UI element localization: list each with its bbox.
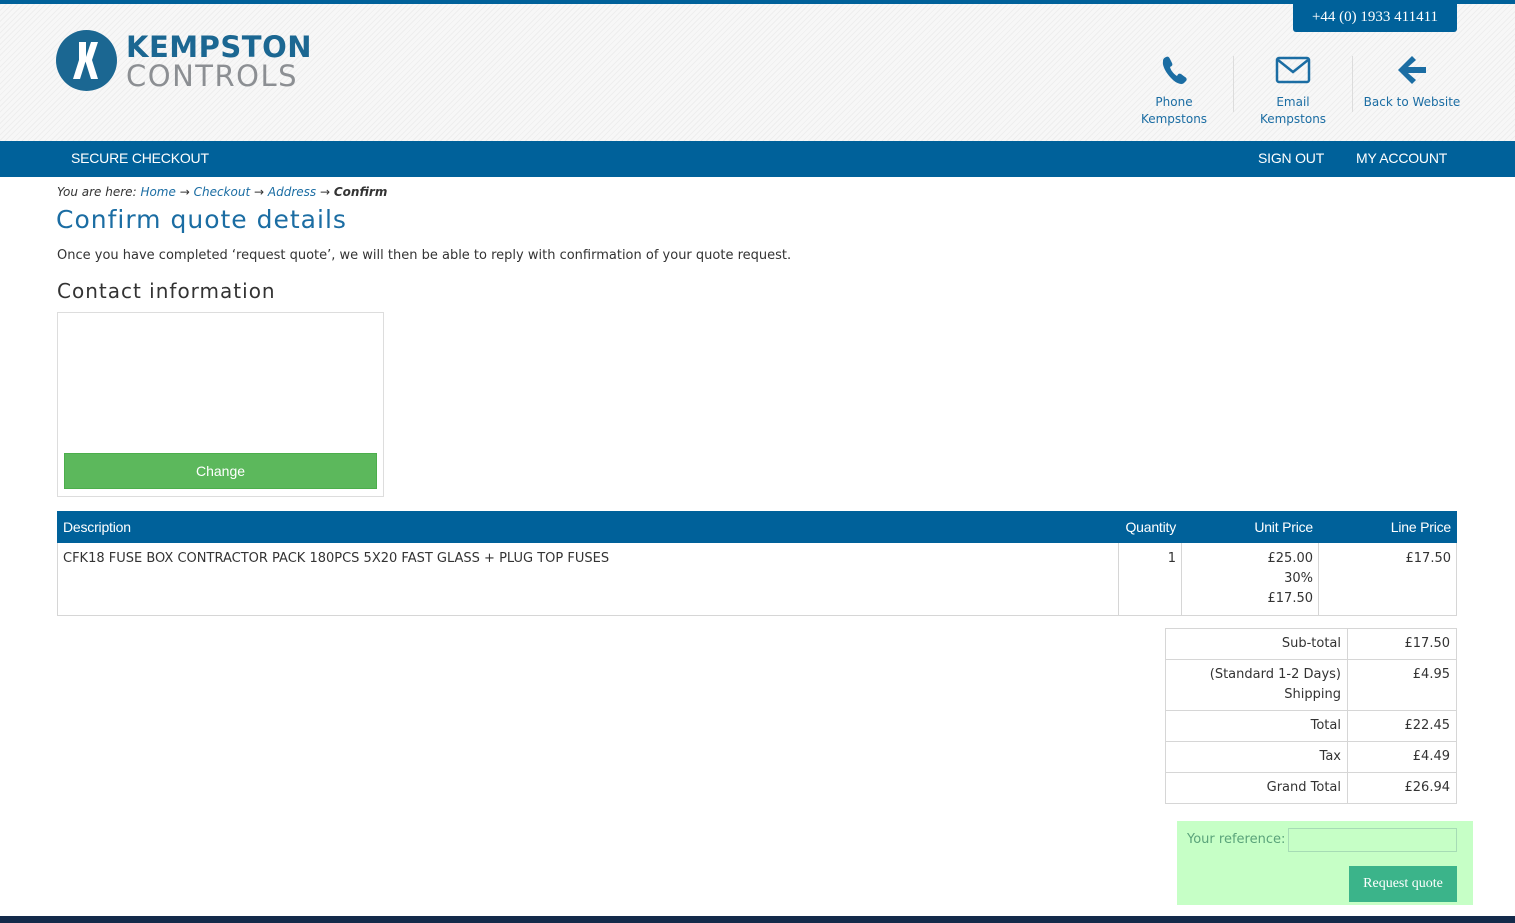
page-title: Confirm quote details	[56, 205, 347, 234]
logo-word-controls: CONTROLS	[126, 59, 299, 93]
tax-row: Tax £4.49	[1165, 741, 1457, 773]
secure-checkout-link[interactable]: SECURE CHECKOUT	[71, 141, 209, 176]
reference-panel: Your reference: Request quote	[1177, 821, 1473, 905]
kempston-logo[interactable]: KEMPSTON CONTROLS	[56, 30, 316, 94]
breadcrumb-home[interactable]: Home	[140, 185, 175, 199]
total-row: Total £22.45	[1165, 710, 1457, 742]
shipping-value: £4.95	[1347, 659, 1457, 711]
logo-k-mark-icon	[56, 30, 117, 91]
subtotal-row: Sub-total £17.50	[1165, 628, 1457, 660]
site-header: KEMPSTON CONTROLS +44 (0) 1933 411411 Ph…	[0, 4, 1515, 141]
email-link-line1: Email	[1276, 95, 1310, 109]
shipping-method: (Standard 1-2 Days)	[1209, 667, 1341, 682]
item-quantity: 1	[1118, 542, 1182, 616]
reference-input[interactable]	[1288, 828, 1457, 852]
breadcrumb-separator: →	[319, 185, 331, 199]
phone-number-badge[interactable]: +44 (0) 1933 411411	[1293, 4, 1457, 32]
back-link-label: Back to Website	[1363, 95, 1461, 109]
phone-link-line1: Phone	[1155, 95, 1193, 109]
quote-items-table: Description Quantity Unit Price Line Pri…	[57, 511, 1457, 616]
table-row: CFK18 FUSE BOX CONTRACTOR PACK 180PCS 5X…	[57, 542, 1457, 616]
email-kempstons-link[interactable]: Email Kempstons	[1234, 54, 1352, 128]
subtotal-value: £17.50	[1347, 628, 1457, 660]
breadcrumb-prefix: You are here:	[57, 185, 137, 199]
subtotal-label: Sub-total	[1165, 628, 1348, 660]
phone-link-line2: Kempstons	[1140, 112, 1208, 126]
email-link-line2: Kempstons	[1259, 112, 1327, 126]
item-line-price: £17.50	[1318, 542, 1457, 616]
item-discounted-price: £17.50	[1267, 591, 1314, 606]
grand-total-row: Grand Total £26.94	[1165, 772, 1457, 804]
breadcrumb-address[interactable]: Address	[268, 185, 316, 199]
total-label: Total	[1165, 710, 1348, 742]
item-unit-price: £25.00	[1267, 551, 1314, 566]
envelope-icon	[1234, 54, 1352, 94]
reference-label: Your reference:	[1187, 832, 1286, 847]
main-navbar: SECURE CHECKOUT SIGN OUT MY ACCOUNT	[0, 141, 1515, 177]
logo-word-kempston: KEMPSTON	[126, 30, 312, 64]
phone-kempstons-link[interactable]: Phone Kempstons	[1115, 54, 1233, 128]
shipping-row: (Standard 1-2 Days) Shipping £4.95	[1165, 659, 1457, 711]
breadcrumb-current: Confirm	[333, 185, 388, 199]
tax-value: £4.49	[1347, 741, 1457, 773]
change-contact-button[interactable]: Change	[64, 453, 377, 489]
quantity-header: Quantity	[1118, 511, 1182, 543]
my-account-link[interactable]: MY ACCOUNT	[1356, 141, 1447, 176]
request-quote-button[interactable]: Request quote	[1349, 866, 1457, 902]
grand-total-value: £26.94	[1347, 772, 1457, 804]
total-value: £22.45	[1347, 710, 1457, 742]
intro-text: Once you have completed ‘request quote’,…	[57, 248, 792, 263]
phone-icon	[1115, 54, 1233, 94]
breadcrumb-checkout[interactable]: Checkout	[194, 185, 251, 199]
breadcrumb: You are here: Home → Checkout → Address …	[57, 185, 387, 199]
arrow-left-icon	[1353, 54, 1471, 94]
item-unit-price-cell: £25.00 30% £17.50	[1181, 542, 1319, 616]
sign-out-link[interactable]: SIGN OUT	[1258, 141, 1324, 176]
description-header: Description	[57, 511, 1119, 543]
item-description: CFK18 FUSE BOX CONTRACTOR PACK 180PCS 5X…	[57, 542, 1119, 616]
footer-strip	[0, 916, 1515, 923]
back-to-website-link[interactable]: Back to Website	[1353, 54, 1471, 111]
contact-information-heading: Contact information	[57, 279, 276, 303]
breadcrumb-separator: →	[254, 185, 265, 199]
item-discount: 30%	[1284, 571, 1313, 586]
unit-price-header: Unit Price	[1181, 511, 1319, 543]
tax-label: Tax	[1165, 741, 1348, 773]
grand-total-label: Grand Total	[1165, 772, 1348, 804]
shipping-label-cell: (Standard 1-2 Days) Shipping	[1165, 659, 1348, 711]
contact-information-box: Change	[57, 312, 384, 497]
shipping-label: Shipping	[1284, 687, 1341, 702]
line-price-header: Line Price	[1318, 511, 1457, 543]
breadcrumb-separator: →	[179, 185, 190, 199]
order-totals-table: Sub-total £17.50 (Standard 1-2 Days) Shi…	[1165, 628, 1457, 804]
